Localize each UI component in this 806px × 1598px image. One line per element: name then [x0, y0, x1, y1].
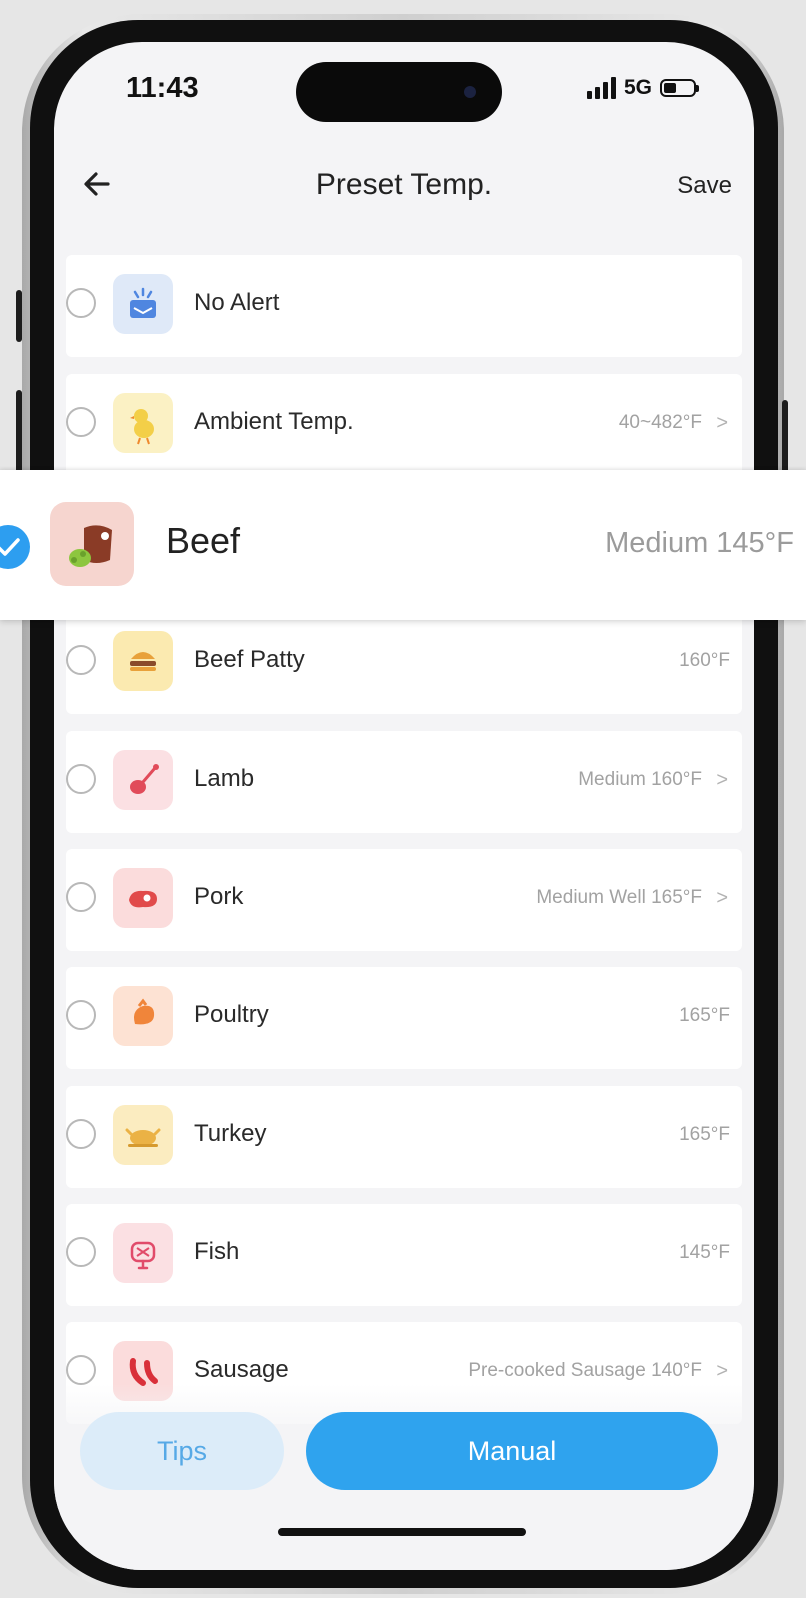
turkey-icon	[113, 1105, 173, 1165]
radio-button[interactable]	[66, 764, 96, 794]
radio-button[interactable]	[66, 1355, 96, 1385]
tips-button[interactable]: Tips	[80, 1412, 284, 1490]
beef-icon	[50, 502, 134, 586]
status-time: 11:43	[126, 72, 199, 104]
list-item-poultry[interactable]: Poultry 165°F	[66, 967, 742, 1069]
item-value: Pre-cooked Sausage 140°F	[468, 1360, 702, 1381]
radio-button[interactable]	[66, 1237, 96, 1267]
pork-icon	[113, 868, 173, 928]
save-button[interactable]: Save	[677, 172, 732, 200]
dynamic-island	[296, 62, 502, 122]
chevron-right-icon: >	[716, 769, 728, 791]
list-item-lamb[interactable]: Lamb Medium 160°F >	[66, 731, 742, 833]
list-item-no-alert[interactable]: No Alert	[66, 255, 742, 357]
chevron-right-icon: >	[716, 412, 728, 434]
radio-button[interactable]	[66, 288, 96, 318]
item-value: 165°F	[679, 1005, 730, 1026]
mute-switch	[16, 290, 22, 342]
item-value: Medium 145°F	[605, 527, 794, 559]
lamb-chop-icon	[113, 750, 173, 810]
list-item-fish[interactable]: Fish 145°F	[66, 1204, 742, 1306]
alarm-icon	[113, 274, 173, 334]
battery-icon	[660, 79, 699, 97]
item-label: No Alert	[194, 289, 280, 316]
manual-button[interactable]: Manual	[306, 1412, 718, 1490]
item-label: Turkey	[194, 1120, 267, 1147]
radio-button[interactable]	[66, 407, 96, 437]
chevron-right-icon: >	[716, 1360, 728, 1382]
camera-icon	[464, 86, 476, 98]
radio-button[interactable]	[66, 882, 96, 912]
volume-up-button	[16, 390, 22, 480]
item-label: Lamb	[194, 765, 255, 792]
fish-icon	[113, 1223, 173, 1283]
item-value: 40~482°F	[618, 412, 702, 433]
item-label: Fish	[194, 1238, 240, 1265]
item-label: Pork	[194, 883, 244, 910]
home-indicator	[278, 1528, 526, 1536]
radio-button[interactable]	[66, 1000, 96, 1030]
item-value: Medium 160°F	[578, 769, 702, 790]
item-value: Medium Well 165°F	[536, 887, 702, 908]
chevron-right-icon: >	[716, 887, 728, 909]
status-indicators: 5G	[586, 76, 699, 100]
list-item-ambient-temp[interactable]: Ambient Temp. 40~482°F >	[66, 374, 742, 476]
item-label: Beef Patty	[194, 646, 305, 673]
list-item-pork[interactable]: Pork Medium Well 165°F >	[66, 849, 742, 951]
burger-icon	[113, 631, 173, 691]
item-value: 165°F	[679, 1124, 730, 1145]
item-value: 160°F	[679, 650, 730, 671]
page-title: Preset Temp.	[315, 168, 493, 201]
drumstick-icon	[113, 986, 173, 1046]
radio-button[interactable]	[66, 1119, 96, 1149]
list-item-turkey[interactable]: Turkey 165°F	[66, 1086, 742, 1188]
item-value: 145°F	[679, 1242, 730, 1263]
network-type: 5G	[623, 76, 652, 99]
chick-icon	[113, 393, 173, 453]
signal-icon	[586, 77, 616, 99]
item-label: Beef	[166, 520, 241, 561]
app-screen: 11:43 5G Preset Temp. Save No Alert Ambi…	[54, 42, 754, 1570]
item-label: Poultry	[194, 1001, 269, 1028]
radio-button[interactable]	[66, 645, 96, 675]
item-label: Sausage	[194, 1356, 289, 1383]
list-item-beef-patty[interactable]: Beef Patty 160°F	[66, 612, 742, 714]
item-label: Ambient Temp.	[194, 408, 354, 435]
nav-bar: Preset Temp. Save	[54, 154, 754, 214]
checkmark-icon[interactable]	[0, 525, 30, 569]
